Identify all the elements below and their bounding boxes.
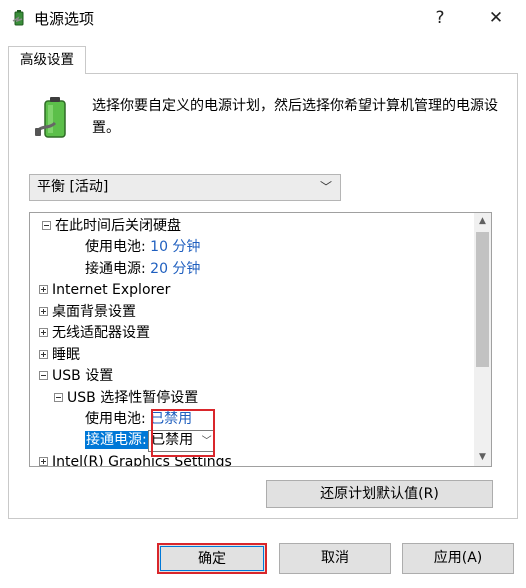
tree-item-internet-explorer[interactable]: Internet Explorer xyxy=(39,280,170,301)
setting-label: 使用电池: xyxy=(85,411,146,427)
settings-tree[interactable]: 在此时间后关闭硬盘 使用电池: 10 分钟 接通电源: 20 分钟 Intern… xyxy=(29,212,492,467)
scroll-down-icon[interactable]: ▼ xyxy=(474,449,491,466)
highlight-box xyxy=(151,409,215,457)
power-options-icon xyxy=(10,9,28,27)
battery-icon xyxy=(35,95,77,143)
close-button[interactable]: ✕ xyxy=(478,4,514,32)
setting-value[interactable]: 10 分钟 xyxy=(150,239,200,255)
tree-item-label: USB 设置 xyxy=(52,368,114,384)
tree-item-usb-selective-suspend[interactable]: USB 选择性暂停设置 xyxy=(54,388,198,409)
ok-button[interactable]: 确定 xyxy=(157,543,267,574)
setting-label-selected: 接通电源: xyxy=(85,431,148,449)
scroll-up-icon[interactable]: ▲ xyxy=(474,213,491,230)
restore-defaults-button[interactable]: 还原计划默认值(R) xyxy=(266,480,493,508)
tree-item-label: USB 选择性暂停设置 xyxy=(67,390,199,406)
tab-advanced-settings[interactable]: 高级设置 xyxy=(8,46,86,74)
description-text: 选择你要自定义的电源计划，然后选择你希望计算机管理的电源设置。 xyxy=(92,98,498,136)
tree-item-sleep[interactable]: 睡眠 xyxy=(39,345,80,366)
power-plan-dropdown[interactable]: 平衡 [活动] ﹀ xyxy=(29,174,341,201)
collapse-icon[interactable] xyxy=(42,220,51,230)
tree-item-hdd-plugged[interactable]: 接通电源: 20 分钟 xyxy=(85,259,200,280)
tree-item-hard-disk[interactable]: 在此时间后关闭硬盘 xyxy=(42,216,181,237)
cancel-button[interactable]: 取消 xyxy=(279,543,391,574)
tree-item-label: 睡眠 xyxy=(52,347,80,363)
expand-icon[interactable] xyxy=(39,456,48,466)
tree-item-usb-settings[interactable]: USB 设置 xyxy=(39,366,113,387)
expand-icon[interactable] xyxy=(39,306,48,316)
setting-value[interactable]: 20 分钟 xyxy=(150,261,200,277)
tree-item-desktop-background[interactable]: 桌面背景设置 xyxy=(39,302,136,323)
window-title: 电源选项 xyxy=(34,10,95,28)
expand-icon[interactable] xyxy=(39,349,48,359)
tree-item-wireless-adapter[interactable]: 无线适配器设置 xyxy=(39,323,150,344)
tree-item-label: Internet Explorer xyxy=(52,282,171,298)
scroll-thumb[interactable] xyxy=(476,232,489,367)
title-bar: 电源选项 ? ✕ xyxy=(0,0,526,36)
expand-icon[interactable] xyxy=(39,284,48,294)
setting-label: 接通电源: xyxy=(85,261,146,277)
power-plan-value: 平衡 [活动] xyxy=(37,179,109,195)
tree-item-hdd-battery[interactable]: 使用电池: 10 分钟 xyxy=(85,237,200,258)
collapse-icon[interactable] xyxy=(39,370,48,380)
setting-label: 使用电池: xyxy=(85,239,146,255)
apply-button[interactable]: 应用(A) xyxy=(402,543,514,574)
expand-icon[interactable] xyxy=(39,327,48,337)
tree-item-label: 无线适配器设置 xyxy=(52,325,150,341)
help-button[interactable]: ? xyxy=(422,4,458,32)
tree-item-label: 在此时间后关闭硬盘 xyxy=(55,218,181,234)
vertical-scrollbar[interactable]: ▲ ▼ xyxy=(474,213,491,466)
collapse-icon[interactable] xyxy=(54,392,63,402)
tree-item-label: 桌面背景设置 xyxy=(52,304,136,320)
chevron-down-icon: ﹀ xyxy=(319,180,332,194)
